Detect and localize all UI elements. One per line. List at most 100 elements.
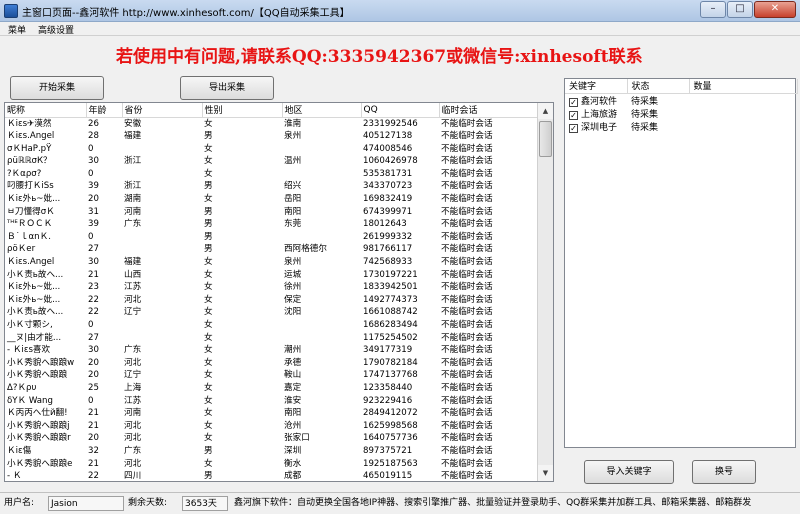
table-row[interactable]: ᵀᴴᴱＲＯＣＫ 39 广东 男 东莞 18012643 不能临时会话 [5,218,539,231]
table-row[interactable]: 小Ｋ秀貌へ踉踉 20 辽宁 女 鞍山 1747137768 不能临时会话 [5,369,539,382]
close-icon[interactable]: ✕ [754,1,796,18]
table-row[interactable]: 叼腰打ＫiSs 39 浙江 男 绍兴 343370723 不能临时会话 [5,180,539,193]
keyword-row[interactable]: ✓ 鑫河软件 待采集 [565,93,797,107]
cell-age: 30 [88,257,99,268]
keyword-row[interactable]: ✓ 深圳电子 待采集 [565,120,797,133]
table-row[interactable]: - Ｋ 22 四川 男 成都 465019115 不能临时会话 [5,470,539,482]
cell-qq: 535381731 [363,168,413,179]
keyword-column-count[interactable]: 数量 [689,79,798,94]
column-header-age[interactable]: 年龄 [86,103,123,118]
table-row[interactable]: Δ?Ｋρυ 25 上海 女 嘉定 123358440 不能临时会话 [5,382,539,395]
cell-nickname: 小Ｋ秀貌へ踉踉j [7,420,70,431]
cell-gender: 女 [204,168,213,179]
table-row[interactable]: 小Ｋ秀貌へ踉踉r 20 河北 女 张家口 1640757736 不能临时会话 [5,432,539,445]
keyword-row[interactable]: ✓ 上海旅游 待采集 [565,107,797,120]
keyword-checkbox[interactable]: ✓ [569,123,578,133]
cell-province: 河北 [124,458,142,469]
table-row[interactable]: __ヌ|由才能... 27 女 1175254502 不能临时会话 [5,332,539,345]
cell-qq: 1492774373 [363,294,418,305]
keyword-column-keyword[interactable]: 关键字 [565,79,628,94]
keyword-checkbox[interactable]: ✓ [569,110,578,120]
cell-region: 淮南 [284,118,302,129]
table-row[interactable]: Ｋiεs✈漠然 26 安徽 女 淮南 2331992546 不能临时会话 [5,117,539,130]
table-row[interactable]: σＫНaР.pŸ 0 女 474008546 不能临时会话 [5,143,539,156]
import-keywords-button[interactable]: 导入关键字 [584,460,674,484]
cell-temp-chat: 不能临时会话 [441,194,493,205]
cell-age: 20 [88,370,99,381]
column-header-province[interactable]: 省份 [122,103,203,118]
table-row[interactable]: 小Ｋ秀貌へ踉踉w 20 河北 女 承德 1790782184 不能临时会话 [5,357,539,370]
cell-region: 承德 [284,357,302,368]
table-row[interactable]: ρüℝℝσК？ 30 浙江 女 温州 1060426978 不能临时会话 [5,155,539,168]
cell-region: 南阳 [284,408,302,419]
table-row[interactable]: Ｋiε外ь~妣... 23 江苏 女 徐州 1833942501 不能临时会话 [5,281,539,294]
scroll-up-icon[interactable]: ▲ [538,103,553,119]
cell-gender: 男 [204,131,213,142]
results-scrollbar[interactable]: ▲ ▼ [537,103,553,481]
cell-nickname: ρüℝℝσК？ [7,156,52,167]
table-row[interactable]: Ｋiε外ь~妣... 22 河北 女 保定 1492774373 不能临时会话 [5,294,539,307]
table-row[interactable]: 小Ｋ责ь故へ... 21 山西 女 运城 1730197221 不能临时会话 [5,269,539,282]
table-row[interactable]: Ｋiε傷 32 广东 男 深圳 897375721 不能临时会话 [5,445,539,458]
cell-province: 河南 [124,408,142,419]
table-row[interactable]: 小Ｋ秀貌へ踉踉e 21 河北 女 衡水 1925187563 不能临时会话 [5,458,539,471]
maximize-icon[interactable]: □ [727,1,753,18]
keyword-column-status[interactable]: 状态 [627,79,690,94]
table-row[interactable]: δΥＫ Wang 0 江苏 女 淮安 923229416 不能临时会话 [5,395,539,408]
minimize-icon[interactable]: – [700,1,726,18]
cell-qq: 1060426978 [363,156,418,167]
cell-region: 温州 [284,156,302,167]
menu-item-advanced-settings[interactable]: 高级设置 [38,23,74,36]
table-row[interactable]: Ｋiε外ь~妣... 20 湖南 女 岳阳 169832419 不能临时会话 [5,193,539,206]
cell-nickname: 小Ｋ秀貌へ踉踉r [7,433,71,444]
cell-nickname: ρöＫer [7,244,36,255]
cell-temp-chat: 不能临时会话 [441,382,493,393]
cell-age: 21 [88,269,99,280]
cell-age: 27 [88,332,99,343]
menu-item-main[interactable]: 菜单 [8,23,26,36]
table-row[interactable]: 小Ｋ寸颗シ, 0 女 1686283494 不能临时会话 [5,319,539,332]
table-row[interactable]: Ｋ丙丙へ仕й翻! 21 河南 女 南阳 2849412072 不能临时会话 [5,407,539,420]
cell-gender: 女 [204,370,213,381]
cell-region [282,319,361,332]
cell-temp-chat: 不能临时会话 [441,231,493,242]
keyword-checkbox[interactable]: ✓ [569,97,578,107]
column-header-qq[interactable]: QQ [361,103,440,118]
cell-qq: 674399971 [363,206,413,217]
table-row[interactable]: Ｋiεs.Angel 28 福建 男 泉州 405127138 不能临时会话 [5,130,539,143]
cell-age: 27 [88,244,99,255]
table-row[interactable]: ?Ｋαρσ? 0 女 535381731 不能临时会话 [5,168,539,181]
scroll-down-icon[interactable]: ▼ [538,465,553,481]
table-row[interactable]: - Ｋiεs喜欢 30 广东 女 潮州 349177319 不能临时会话 [5,344,539,357]
cell-gender: 女 [204,294,213,305]
table-row[interactable]: ㅂ刀懂得σＫ 31 河南 男 南阳 674399971 不能临时会话 [5,206,539,219]
cell-province [122,168,202,181]
column-header-gender[interactable]: 性别 [202,103,283,118]
table-row[interactable]: Ｂ˙ｌαnＫ. 0 男 261999332 不能临时会话 [5,231,539,244]
table-row[interactable]: 小Ｋ责ь故へ... 22 辽宁 女 沈阳 1661088742 不能临时会话 [5,306,539,319]
cell-age: 21 [88,420,99,431]
cell-temp-chat: 不能临时会话 [441,458,493,469]
keyword-cell: ✓ 上海旅游 [565,107,627,120]
start-collect-button[interactable]: 开始采集 [10,76,104,100]
column-header-temp-chat[interactable]: 临时会话 [439,103,540,118]
table-row[interactable]: ρöＫer 27 男 西阿格德尔 981766117 不能临时会话 [5,243,539,256]
cell-temp-chat: 不能临时会话 [441,257,493,268]
cell-temp-chat: 不能临时会话 [441,143,493,154]
cell-nickname: 小Ｋ寸颗シ, [7,320,53,330]
table-row[interactable]: 小Ｋ秀貌へ踉踉j 21 河北 女 沧州 1625998568 不能临时会话 [5,420,539,433]
cell-qq: 1625998568 [363,420,418,431]
cell-nickname: - Ｋ [7,471,22,482]
cell-gender: 女 [204,420,213,431]
cell-age: 23 [88,282,99,293]
contact-banner: 若使用中有问题,请联系QQ:3335942367或微信号:xinhesoft联系 [0,36,800,70]
table-row[interactable]: Ｋiεs.Angel 30 福建 女 泉州 742568933 不能临时会话 [5,256,539,269]
switch-account-button[interactable]: 换号 [692,460,756,484]
cell-gender: 男 [204,244,213,255]
cell-qq: 474008546 [363,143,413,154]
scrollbar-thumb[interactable] [539,121,552,157]
column-header-nickname[interactable]: 昵称 [5,103,87,118]
column-header-region[interactable]: 地区 [282,103,362,118]
cell-region [282,143,361,156]
export-collect-button[interactable]: 导出采集 [180,76,274,100]
